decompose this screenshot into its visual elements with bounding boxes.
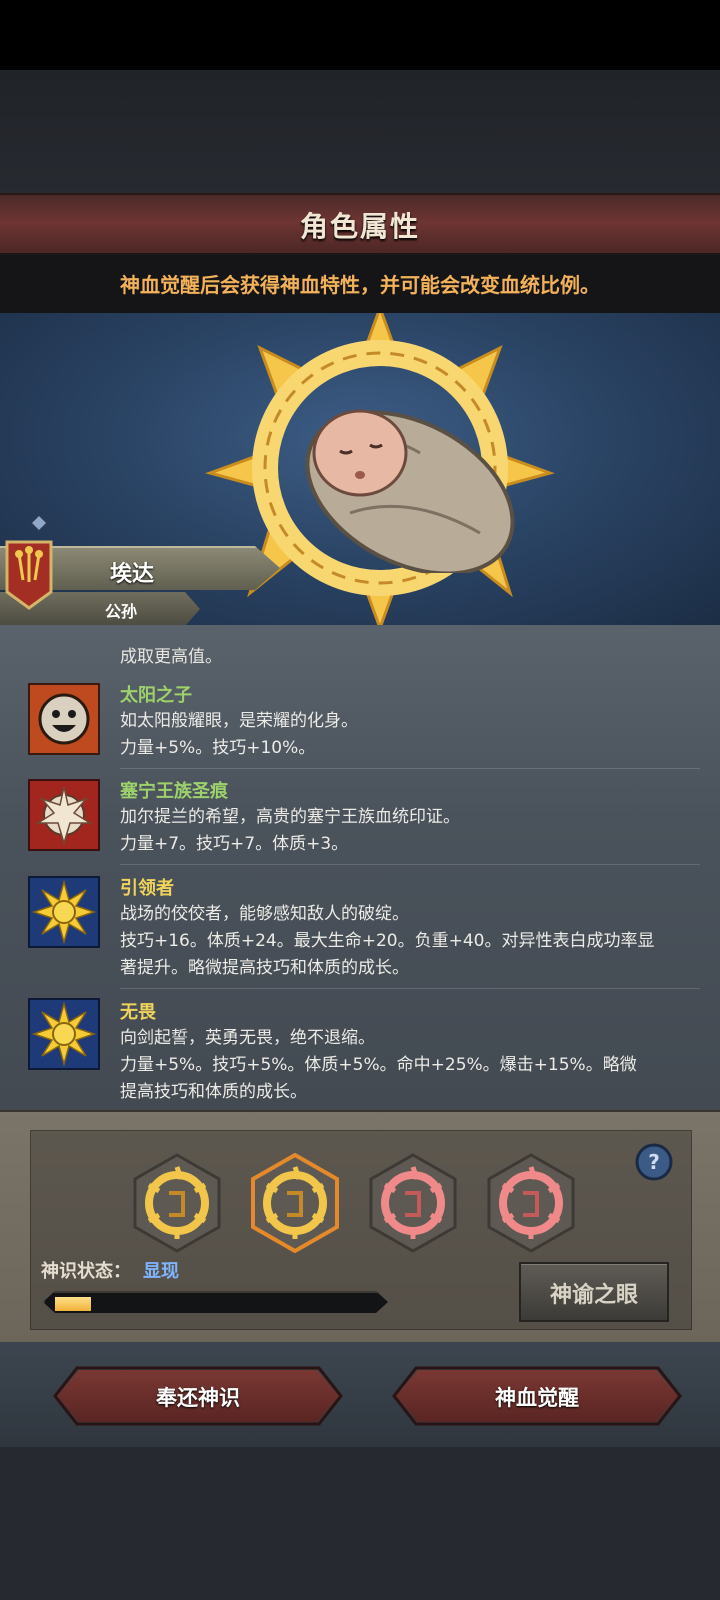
fearless-sun-icon [28, 998, 100, 1070]
trait-name: 引领者 [120, 878, 174, 899]
status-bar [0, 0, 720, 70]
trait-list[interactable]: 成取更高值。 太阳之子 如太阳般耀眼，是荣耀的化身。 力量+5%。技巧+10%。… [0, 625, 720, 1110]
trait-description: 战场的佼佼者，能够感知敌人的破绽。 技巧+16。体质+24。最大生命+20。负重… [120, 904, 655, 978]
awaken-hint: 神血觉醒后会获得神血特性，并可能会改变血统比例。 [120, 273, 600, 297]
trait-cut-text: 成取更高值。 [120, 647, 222, 667]
oracle-eye-label: 神谕之眼 [549, 1283, 638, 1308]
divine-slot-gold-1[interactable] [131, 1153, 223, 1253]
divine-progress-bar [43, 1291, 388, 1313]
divider [120, 988, 700, 989]
divider [120, 864, 700, 865]
divine-awaken-button[interactable]: 神血觉醒 [396, 1370, 678, 1422]
title-bar: 角色属性 [0, 193, 720, 255]
rank-crown-icon [30, 514, 48, 532]
trait-description: 加尔提兰的希望，高贵的塞宁王族血统印证。 力量+7。技巧+7。体质+3。 [120, 807, 460, 854]
bottom-action-bar: 奉还神识 神血觉醒 [0, 1342, 720, 1447]
return-divine-label: 奉还神识 [156, 1386, 240, 1410]
top-background [0, 70, 720, 195]
divine-slot-red-2[interactable] [485, 1153, 577, 1253]
trait-description: 向剑起誓，英勇无畏，绝不退缩。 力量+5%。技巧+5%。体质+5%。命中+25%… [120, 1028, 637, 1102]
divine-progress-fill [55, 1297, 91, 1311]
page-title: 角色属性 [299, 210, 420, 243]
divine-status-label: 神识状态： [41, 1261, 131, 1282]
help-icon[interactable]: ? [635, 1143, 673, 1181]
divine-slot-gold-2-selected[interactable] [249, 1153, 341, 1253]
svg-text:?: ? [648, 1150, 660, 1174]
divine-awaken-label: 神血觉醒 [495, 1386, 579, 1410]
trait-description: 如太阳般耀眼，是荣耀的化身。 力量+5%。技巧+10%。 [120, 711, 358, 758]
royal-stigma-icon [28, 779, 100, 851]
trait-name: 无畏 [120, 1002, 156, 1023]
character-surname: 公孙 [105, 602, 138, 621]
trait-name: 太阳之子 [120, 685, 192, 706]
awaken-panel: ? 神识状态： 显现 神谕之眼 [0, 1110, 720, 1344]
return-divine-button[interactable]: 奉还神识 [57, 1370, 339, 1422]
smiling-sun-icon [28, 683, 100, 755]
divider [120, 768, 700, 769]
baby-icon [305, 409, 515, 573]
family-crest-icon [5, 540, 53, 610]
leader-sun-icon [28, 876, 100, 948]
bottom-background [0, 1447, 720, 1600]
trait-name: 塞宁王族圣痕 [120, 781, 228, 802]
divine-slot-red-1[interactable] [367, 1153, 459, 1253]
oracle-eye-button[interactable]: 神谕之眼 [519, 1262, 669, 1322]
character-name: 埃达 [110, 562, 155, 587]
hint-bar: 神血觉醒后会获得神血特性，并可能会改变血统比例。 [0, 253, 720, 314]
divine-status-value: 显现 [143, 1261, 179, 1282]
awaken-inner-frame: ? 神识状态： 显现 神谕之眼 [30, 1130, 692, 1330]
